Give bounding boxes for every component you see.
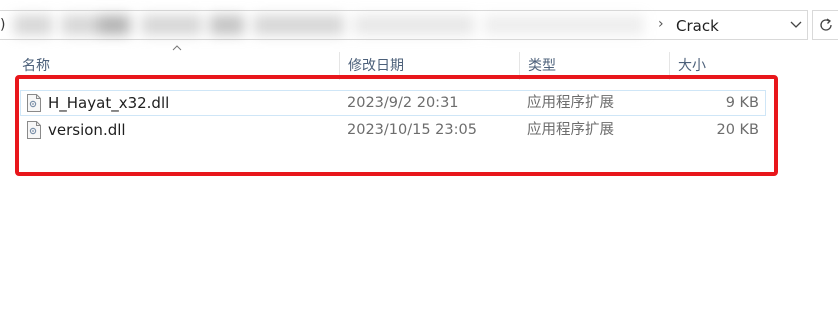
column-header-date-modified[interactable]: 修改日期 [340, 52, 520, 80]
column-header-name[interactable]: 名称 [14, 52, 340, 80]
address-left-glyph: ) [0, 17, 6, 33]
file-size: 20 KB [716, 122, 759, 138]
column-header-type[interactable]: 类型 [520, 52, 670, 80]
blurred-path-segments [14, 13, 654, 37]
column-header-row: 名称 修改日期 类型 大小 [14, 52, 770, 80]
breadcrumb-current-folder[interactable]: Crack [676, 17, 719, 35]
file-type: 应用程序扩展 [527, 95, 614, 111]
file-row[interactable]: version.dll 2023/10/15 23:05 应用程序扩展 20 K… [20, 117, 766, 143]
breadcrumb-separator-icon: › [658, 16, 664, 32]
refresh-icon[interactable] [812, 10, 838, 40]
address-bar[interactable]: ) › Crack [0, 10, 808, 40]
file-explorer-window: ) › Crack 名称 修改日期 类型 大小 H_Hayat_x32.dll … [0, 0, 838, 326]
chevron-down-icon[interactable] [785, 11, 807, 39]
file-date-modified: 2023/10/15 23:05 [347, 122, 477, 138]
column-header-size[interactable]: 大小 [670, 52, 770, 80]
file-name: version.dll [48, 121, 126, 139]
file-type: 应用程序扩展 [527, 122, 614, 138]
file-date-modified: 2023/9/2 20:31 [347, 95, 459, 111]
file-size: 9 KB [725, 95, 759, 111]
dll-file-icon [27, 94, 41, 112]
file-row[interactable]: H_Hayat_x32.dll 2023/9/2 20:31 应用程序扩展 9 … [20, 90, 766, 116]
dll-file-icon [27, 121, 41, 139]
file-name: H_Hayat_x32.dll [48, 94, 170, 112]
